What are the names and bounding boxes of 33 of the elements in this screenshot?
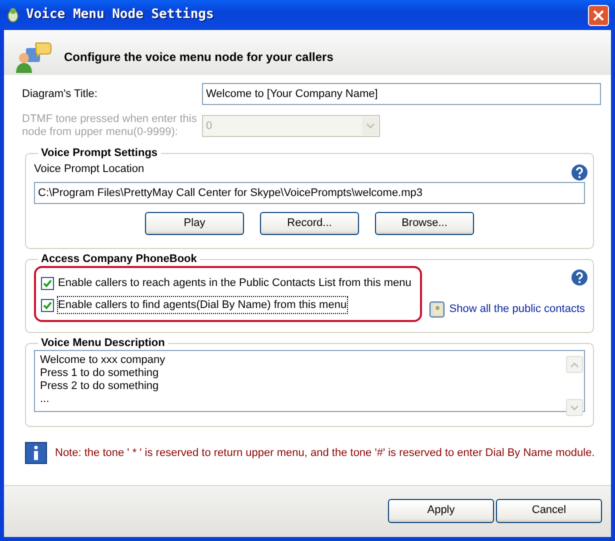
- close-icon: [593, 10, 604, 20]
- field-label: DTMF tone pressed when enter this node from upper menu(0-9999):: [22, 113, 198, 139]
- contacts-book-icon: [429, 301, 446, 318]
- users-chat-icon: [16, 40, 52, 72]
- dialog-button[interactable]: Cancel: [496, 498, 602, 522]
- group-title: Voice Menu Description: [40, 337, 166, 350]
- note-text: Note: the tone ' * ' is reserved to return upper menu, and the tone '#' is reserved to enter Dial By Name module.: [55, 446, 595, 461]
- checkbox[interactable]: [41, 276, 54, 290]
- info-icon: [25, 442, 47, 464]
- field-label: Diagram's Title:: [22, 86, 98, 102]
- action-button[interactable]: Play: [145, 212, 244, 234]
- app-icon: [6, 7, 20, 23]
- group-title: Access Company PhoneBook: [40, 253, 198, 266]
- field-label: Voice Prompt Location: [34, 162, 144, 177]
- help-icon[interactable]: [571, 164, 588, 181]
- action-button[interactable]: Browse...: [375, 212, 474, 234]
- checkbox-label[interactable]: Enable callers to reach agents in the Public Contacts List from this menu: [58, 274, 412, 292]
- caret-down-icon: [570, 404, 579, 410]
- location-field[interactable]: C:\Program Files\PrettyMay Call Center for Skype\VoicePrompts\welcome.mp3: [34, 182, 585, 204]
- checkbox[interactable]: [41, 298, 54, 312]
- help-icon[interactable]: [571, 269, 588, 286]
- dialog-button[interactable]: Apply: [388, 498, 494, 522]
- group-title: Voice Prompt Settings: [40, 147, 159, 160]
- title-field[interactable]: Welcome to [Your Company Name]: [202, 83, 601, 105]
- close-button[interactable]: [588, 4, 609, 26]
- contacts-link[interactable]: Show all the public contacts: [429, 301, 585, 318]
- action-button[interactable]: Record...: [260, 212, 359, 234]
- caret-icon: [362, 117, 378, 135]
- description-field[interactable]: Welcome to xxx company Press 1 to do something Press 2 to do something ...: [34, 350, 585, 412]
- checkbox-label[interactable]: Enable callers to find agents(Dial By Name) from this menu: [58, 296, 347, 314]
- window-title: Voice Menu Node Settings: [26, 6, 215, 24]
- header-text: Configure the voice menu node for your callers: [64, 48, 334, 66]
- caret-up-icon: [570, 362, 579, 368]
